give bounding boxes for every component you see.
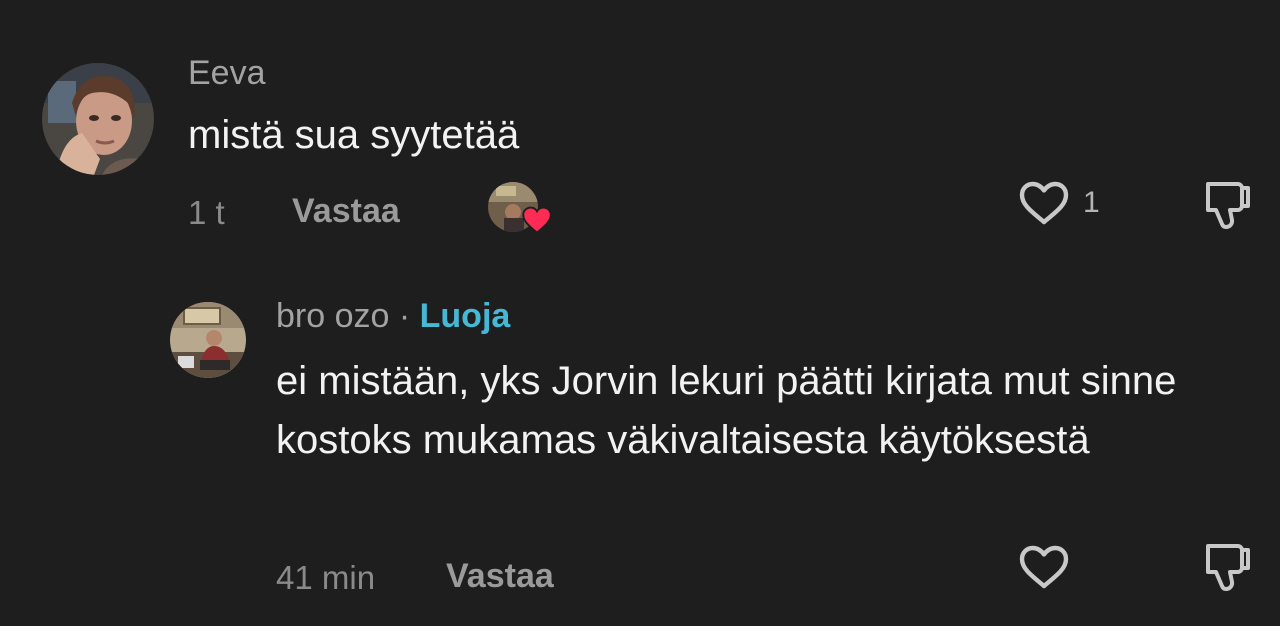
dislike-icon — [1206, 544, 1250, 591]
creator-liked-heart-icon — [522, 206, 552, 234]
comment-timestamp: 1 t — [188, 194, 225, 231]
comment-timestamp: 41 min — [276, 559, 376, 596]
creator-badge: Luoja — [419, 297, 511, 335]
comment-username[interactable]: Eeva — [188, 54, 266, 93]
comment-text: ei mistään, yks Jorvin lekuri päätti kir… — [276, 359, 1177, 462]
like-count: 1 — [1083, 186, 1100, 219]
reply-button[interactable]: Vastaa — [446, 557, 554, 596]
dislike-button[interactable] — [1200, 178, 1254, 232]
dislike-icon — [1206, 182, 1250, 229]
heart-icon — [1019, 181, 1069, 225]
comment-text: mistä sua syytetää — [188, 113, 520, 157]
dislike-button[interactable] — [1200, 540, 1254, 594]
like-button[interactable] — [1018, 544, 1070, 592]
avatar[interactable] — [42, 63, 154, 175]
comment-username[interactable]: bro ozo — [276, 297, 389, 335]
comment-username-line: bro ozo · Luoja — [276, 297, 510, 336]
like-button[interactable] — [1018, 180, 1070, 228]
heart-icon — [1019, 545, 1069, 589]
comment-thread: Eeva mistä sua syytetää 1 t Vastaa 1 bro… — [0, 0, 1280, 626]
reply-button[interactable]: Vastaa — [292, 192, 400, 231]
avatar[interactable] — [170, 302, 246, 378]
creator-liked-indicator — [488, 182, 552, 238]
separator-dot: · — [398, 297, 411, 335]
